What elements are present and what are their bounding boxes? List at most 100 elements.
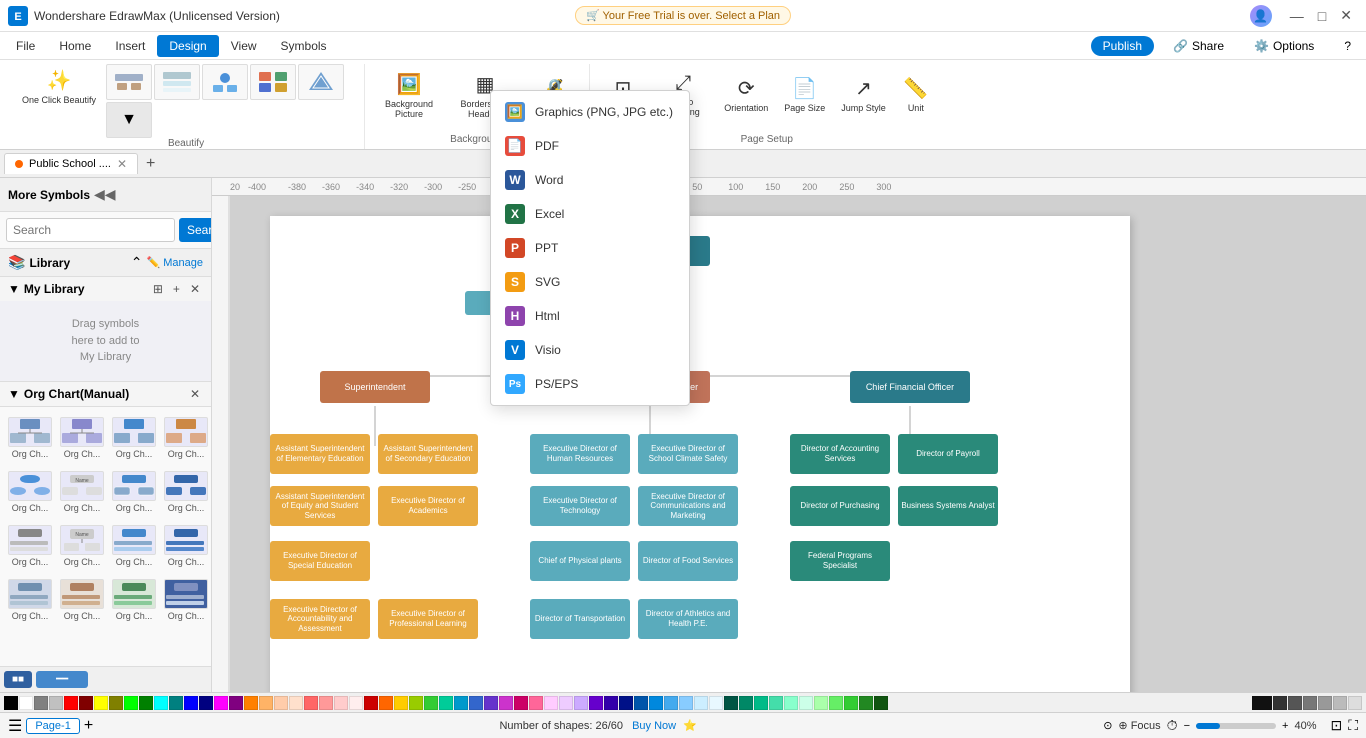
color-swatch[interactable] bbox=[139, 696, 153, 710]
canvas-content[interactable]: CEO Board of Executives Superintendent C… bbox=[230, 196, 1366, 692]
search-input[interactable] bbox=[6, 218, 175, 242]
color-swatch[interactable] bbox=[664, 696, 678, 710]
page-tab-1[interactable]: Page-1 bbox=[26, 718, 79, 734]
org-box-ex-acad[interactable]: Executive Director of Academics bbox=[378, 486, 478, 526]
org-box-biz-sys[interactable]: Business Systems Analyst bbox=[898, 486, 998, 526]
minimize-button[interactable]: — bbox=[1284, 5, 1310, 26]
color-swatch[interactable] bbox=[19, 696, 33, 710]
color-swatch[interactable] bbox=[799, 696, 813, 710]
org-box-asst-equity[interactable]: Assistant Superintendent of Equity and S… bbox=[270, 486, 370, 526]
menu-view[interactable]: View bbox=[219, 35, 269, 57]
color-swatch[interactable] bbox=[574, 696, 588, 710]
list-item[interactable]: Org Ch... bbox=[110, 413, 158, 463]
add-library-button[interactable]: + bbox=[170, 281, 183, 297]
shape-preset-5[interactable] bbox=[298, 64, 344, 100]
color-swatch[interactable] bbox=[259, 696, 273, 710]
shape-preset-1[interactable] bbox=[106, 64, 152, 100]
color-swatch[interactable] bbox=[439, 696, 453, 710]
color-swatch[interactable] bbox=[814, 696, 828, 710]
color-swatch[interactable] bbox=[679, 696, 693, 710]
list-item[interactable]: Org Ch... bbox=[6, 467, 54, 517]
export-pdf[interactable]: 📄 PDF bbox=[491, 129, 689, 163]
color-swatch[interactable] bbox=[559, 696, 573, 710]
list-item[interactable]: Org Ch... bbox=[58, 575, 106, 625]
shape-preset-4[interactable] bbox=[250, 64, 296, 100]
export-ppt[interactable]: P PPT bbox=[491, 231, 689, 265]
sidebar-action-1[interactable]: ■■ bbox=[4, 671, 32, 688]
zoom-out-button[interactable]: − bbox=[1184, 720, 1190, 732]
color-swatch[interactable] bbox=[289, 696, 303, 710]
color-swatch[interactable] bbox=[739, 696, 753, 710]
export-word[interactable]: W Word bbox=[491, 163, 689, 197]
org-box-asst-sec[interactable]: Assistant Superintendent of Secondary Ed… bbox=[378, 434, 478, 474]
color-swatch[interactable] bbox=[334, 696, 348, 710]
color-swatch[interactable] bbox=[394, 696, 408, 710]
export-html[interactable]: H Html bbox=[491, 299, 689, 333]
fit-page-button[interactable]: ⊡ bbox=[1330, 717, 1342, 734]
color-swatch[interactable] bbox=[34, 696, 48, 710]
color-swatch[interactable] bbox=[304, 696, 318, 710]
color-swatch[interactable] bbox=[724, 696, 738, 710]
export-graphics[interactable]: 🖼️ Graphics (PNG, JPG etc.) bbox=[491, 95, 689, 129]
help-button[interactable]: ? bbox=[1333, 35, 1362, 57]
list-item[interactable]: Name Org Ch... bbox=[58, 467, 106, 517]
focus-button[interactable]: ⊕ Focus bbox=[1118, 719, 1160, 732]
list-item[interactable]: Name Org Ch... bbox=[58, 521, 106, 571]
color-swatch[interactable] bbox=[859, 696, 873, 710]
color-swatch[interactable] bbox=[589, 696, 603, 710]
color-swatch[interactable] bbox=[64, 696, 78, 710]
org-box-asst-elem[interactable]: Assistant Superintendent of Elementary E… bbox=[270, 434, 370, 474]
org-box-ex-cs[interactable]: Executive Director of School Climate Saf… bbox=[638, 434, 738, 474]
org-box-ex-acc-assess[interactable]: Executive Director of Accountability and… bbox=[270, 599, 370, 639]
add-page-button[interactable]: + bbox=[84, 717, 93, 735]
color-swatch[interactable] bbox=[109, 696, 123, 710]
org-box-dir-food[interactable]: Director of Food Services bbox=[638, 541, 738, 581]
color-swatch[interactable] bbox=[829, 696, 843, 710]
org-box-dir-ath[interactable]: Director of Athletics and Health P.E. bbox=[638, 599, 738, 639]
list-item[interactable]: Org Ch... bbox=[110, 467, 158, 517]
orientation-button[interactable]: ⟳ Orientation bbox=[718, 72, 774, 117]
export-pseps[interactable]: Ps PS/EPS bbox=[491, 367, 689, 401]
color-swatch[interactable] bbox=[1252, 696, 1272, 710]
color-swatch[interactable] bbox=[1348, 696, 1362, 710]
unit-button[interactable]: 📏 Unit bbox=[896, 72, 936, 117]
color-swatch[interactable] bbox=[709, 696, 723, 710]
color-swatch[interactable] bbox=[49, 696, 63, 710]
close-org-section-button[interactable]: ✕ bbox=[187, 386, 203, 402]
page-size-button[interactable]: 📄 Page Size bbox=[778, 72, 831, 117]
color-swatch[interactable] bbox=[844, 696, 858, 710]
org-box-ex-comm[interactable]: Executive Director of Communications and… bbox=[638, 486, 738, 526]
list-item[interactable]: Org Ch... bbox=[58, 413, 106, 463]
one-click-beautify-button[interactable]: ✨ One Click Beautify bbox=[16, 64, 102, 138]
list-item[interactable]: Org Ch... bbox=[162, 467, 210, 517]
org-box-ex-hr[interactable]: Executive Director of Human Resources bbox=[530, 434, 630, 474]
close-library-button[interactable]: ✕ bbox=[187, 281, 203, 297]
color-swatch[interactable] bbox=[364, 696, 378, 710]
color-swatch[interactable] bbox=[94, 696, 108, 710]
maximize-button[interactable]: □ bbox=[1312, 5, 1332, 26]
zoom-in-button[interactable]: + bbox=[1282, 720, 1288, 732]
shape-preset-2[interactable] bbox=[154, 64, 200, 100]
search-button[interactable]: Search bbox=[179, 218, 212, 242]
org-box-ex-sped[interactable]: Executive Director of Special Education bbox=[270, 541, 370, 581]
color-swatch[interactable] bbox=[649, 696, 663, 710]
shape-preset-arrow[interactable]: ▼ bbox=[106, 102, 152, 138]
layers-button[interactable]: ⊙ bbox=[1103, 719, 1112, 732]
buy-now-link[interactable]: Buy Now bbox=[632, 720, 676, 732]
collapse-sidebar-button[interactable]: ◀◀ bbox=[90, 184, 120, 205]
color-swatch[interactable] bbox=[4, 696, 18, 710]
org-box-dir-pur[interactable]: Director of Purchasing bbox=[790, 486, 890, 526]
org-box-ex-tech[interactable]: Executive Director of Technology bbox=[530, 486, 630, 526]
close-button[interactable]: ✕ bbox=[1334, 5, 1358, 26]
color-swatch[interactable] bbox=[169, 696, 183, 710]
menu-home[interactable]: Home bbox=[47, 35, 103, 57]
color-swatch[interactable] bbox=[694, 696, 708, 710]
color-swatch[interactable] bbox=[1303, 696, 1317, 710]
color-swatch[interactable] bbox=[874, 696, 888, 710]
sidebar-action-2[interactable]: ━━ bbox=[36, 671, 88, 688]
color-swatch[interactable] bbox=[754, 696, 768, 710]
menu-design[interactable]: Design bbox=[157, 35, 218, 57]
color-swatch[interactable] bbox=[274, 696, 288, 710]
color-swatch[interactable] bbox=[244, 696, 258, 710]
export-svg[interactable]: S SVG bbox=[491, 265, 689, 299]
